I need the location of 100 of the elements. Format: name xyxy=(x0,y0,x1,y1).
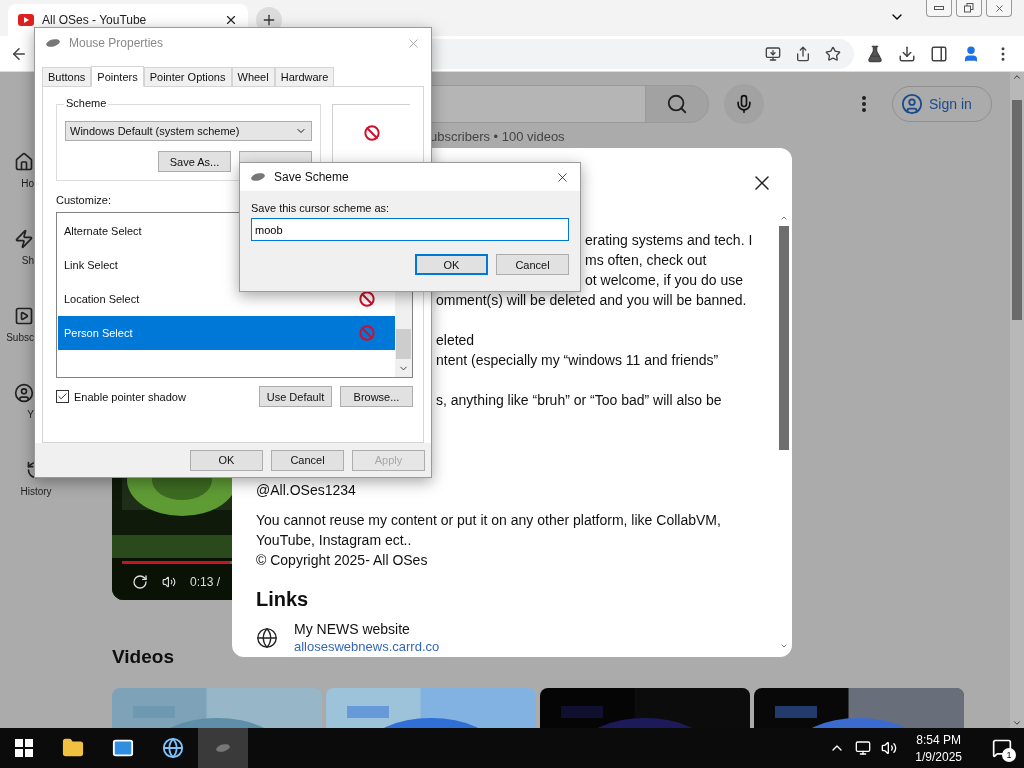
clock-date: 1/9/2025 xyxy=(915,749,962,764)
more-icon xyxy=(862,96,866,112)
links-heading: Links xyxy=(256,588,309,611)
tab[interactable]: Buttons xyxy=(42,67,92,86)
tab[interactable]: Pointers xyxy=(91,66,144,87)
dialog-button[interactable]: Cancel xyxy=(496,254,569,275)
install-icon[interactable] xyxy=(765,45,781,62)
checkbox[interactable] xyxy=(56,390,69,403)
link-url[interactable]: alloseswebnews.carrd.co xyxy=(294,639,440,654)
scroll-thumb[interactable] xyxy=(396,329,411,359)
use-default-button[interactable]: Use Default xyxy=(259,386,332,407)
section-heading: Videos xyxy=(112,646,174,668)
sidebar-label[interactable]: Sh xyxy=(21,255,34,266)
sidebar-label[interactable]: Subsc xyxy=(6,332,34,343)
tab[interactable]: Hardware xyxy=(274,67,335,86)
notifications-button[interactable]: 1 xyxy=(980,728,1024,768)
close-icon[interactable] xyxy=(224,13,238,27)
restore-icon xyxy=(964,3,974,13)
description-line: erating systems and tech. I xyxy=(585,231,753,250)
no-sign-icon xyxy=(359,291,375,307)
search-button[interactable] xyxy=(645,85,709,123)
scheme-name-field[interactable]: moob xyxy=(251,218,569,241)
sidebar-label[interactable]: Ho xyxy=(21,178,34,189)
scroll-thumb[interactable] xyxy=(1012,100,1022,320)
description-line: s, anything like “bruh” or “Too bad” will also be xyxy=(436,391,722,410)
scroll-up-icon[interactable] xyxy=(780,214,788,222)
profile-icon[interactable] xyxy=(962,44,980,63)
sidebar-label[interactable]: Y xyxy=(27,409,34,420)
search-icon xyxy=(666,93,688,115)
channel-handle: @All.OSes1234 xyxy=(256,481,356,500)
window-title: Mouse Properties xyxy=(69,36,165,50)
plus-icon xyxy=(261,12,277,28)
dialog-button[interactable]: OK xyxy=(190,449,263,471)
group-label: Scheme xyxy=(64,97,109,109)
description-line: ntent (especially my “windows 11 and friends” xyxy=(436,351,719,370)
checkbox-label[interactable]: Enable pointer shadow xyxy=(74,390,186,403)
save-as-button[interactable]: Save As... xyxy=(158,151,231,172)
mic-icon xyxy=(734,94,754,114)
notice-line: You cannot reuse my content or put it on any other platform, like CollabVM, xyxy=(256,511,721,530)
network-icon[interactable] xyxy=(855,740,872,756)
download-icon[interactable] xyxy=(898,44,916,63)
notice-line: © Copyright 2025- All OSes xyxy=(256,551,428,570)
globe-icon xyxy=(256,626,278,649)
mic-button[interactable] xyxy=(724,84,764,124)
description-line: eleted xyxy=(436,331,475,350)
volume-icon[interactable] xyxy=(162,575,176,589)
tab[interactable]: Pointer Options xyxy=(143,67,232,86)
description-line: ms often, check out xyxy=(585,251,707,270)
customize-label: Customize: xyxy=(56,194,112,206)
dialog-button[interactable]: Cancel xyxy=(271,449,344,471)
minimize-button[interactable] xyxy=(926,0,952,17)
share-icon[interactable] xyxy=(795,45,811,62)
window-title: Save Scheme xyxy=(274,170,350,184)
star-icon[interactable] xyxy=(825,45,841,62)
sidebar-label[interactable]: History xyxy=(20,486,52,497)
minimize-icon xyxy=(934,6,944,10)
house-icon[interactable] xyxy=(14,152,34,172)
tab-title: All OSes - YouTube xyxy=(42,13,148,27)
notice-line: YouTube, Instagram ect.. xyxy=(256,531,412,550)
restore-button[interactable] xyxy=(956,0,982,17)
tab[interactable]: Wheel xyxy=(231,67,275,86)
dialog-button[interactable]: OK xyxy=(415,254,488,275)
scrollbar[interactable] xyxy=(778,214,790,650)
close-icon xyxy=(993,2,1005,14)
notification-badge: 1 xyxy=(1002,748,1016,762)
user-icon[interactable] xyxy=(14,383,34,403)
check-icon xyxy=(57,391,68,402)
no-sign-icon xyxy=(363,125,380,141)
user-icon xyxy=(901,93,923,115)
message-icon xyxy=(992,738,1012,758)
replay-icon[interactable] xyxy=(132,574,148,590)
youtube-icon xyxy=(18,14,34,26)
side-panel-icon[interactable] xyxy=(930,44,948,63)
no-sign-icon xyxy=(359,325,375,341)
scroll-down-icon[interactable] xyxy=(1012,718,1022,728)
video-time: 0:13 / xyxy=(190,575,221,589)
clock-time: 8:54 PM xyxy=(916,732,961,747)
folder-icon xyxy=(62,737,84,759)
play-square-icon[interactable] xyxy=(14,306,34,326)
volume-icon[interactable] xyxy=(881,740,898,756)
globe-icon xyxy=(162,737,184,759)
scroll-down-icon[interactable] xyxy=(780,642,788,650)
windows-icon xyxy=(15,739,33,757)
mouse-icon xyxy=(250,172,266,182)
scrollbar[interactable] xyxy=(1010,72,1024,728)
scroll-thumb[interactable] xyxy=(779,226,789,450)
bolt-icon[interactable] xyxy=(14,229,34,249)
channel-stats: ubscribers • 100 videos xyxy=(430,129,565,145)
link-title: My NEWS website xyxy=(294,621,410,637)
description-line: ot welcome, if you do use xyxy=(585,271,743,290)
description-line: omment(s) will be deleted and you will be banned. xyxy=(436,291,747,310)
flask-icon[interactable] xyxy=(866,44,884,63)
clock[interactable]: 8:54 PM 1/9/2025 xyxy=(907,732,970,764)
scroll-up-icon[interactable] xyxy=(1012,72,1022,82)
scheme-dropdown[interactable]: Windows Default (system scheme) xyxy=(65,121,312,141)
cursor-row[interactable]: Person Select xyxy=(58,316,395,350)
mouse-icon xyxy=(215,743,231,753)
browse-button[interactable]: Browse... xyxy=(340,386,413,407)
prompt-label: Save this cursor scheme as: xyxy=(251,202,390,214)
mouse-icon xyxy=(45,38,61,48)
